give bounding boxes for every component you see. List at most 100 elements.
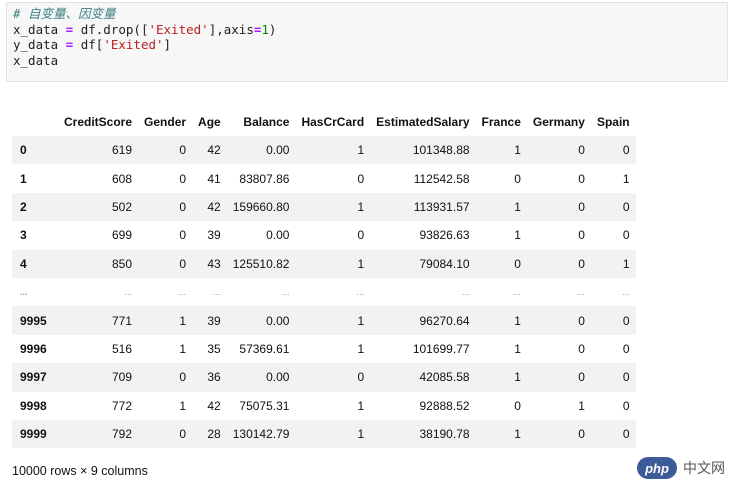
table-cell: 42 <box>207 398 221 413</box>
table-cell: 113931.57 <box>413 199 470 214</box>
table-cell: 75075.31 <box>239 398 290 413</box>
table-cell: 0 <box>622 199 630 214</box>
table-cell: 0 <box>514 398 521 413</box>
table-cell: 0 <box>622 370 630 385</box>
table-cell: ... <box>622 287 630 298</box>
table-cell: 0 <box>578 228 585 243</box>
table-cell: 709 <box>112 370 133 385</box>
table-cell: ... <box>178 287 187 298</box>
table-cell: 1 <box>514 427 521 442</box>
code-comment-line: # 自变量、因变量 <box>13 6 727 22</box>
table-cell: 159660.80 <box>232 199 290 214</box>
table-cell: 0 <box>622 341 630 356</box>
table-cell: 0 <box>514 256 521 271</box>
table-row: 9996 516 1 35 57369.61 1 101699.77 1 0 0 <box>12 334 636 364</box>
table-cell: 1 <box>514 370 521 385</box>
table-cell: 0 <box>622 313 630 328</box>
row-index: 9998 <box>20 398 47 413</box>
code-token: y_data <box>13 37 59 52</box>
table-cell: 36 <box>207 370 221 385</box>
table-cell: 43 <box>207 256 221 271</box>
table-cell: 0 <box>179 228 187 243</box>
table-cell: 608 <box>112 171 133 186</box>
table-cell: 93826.63 <box>419 228 470 243</box>
table-cell: 0 <box>578 341 585 356</box>
row-index: 9996 <box>20 341 47 356</box>
table-row: 3 699 0 39 0.00 0 93826.63 1 0 0 <box>12 221 636 250</box>
table-body: 0 619 0 42 0.00 1 101348.88 1 0 0 1 608 0 41 83807.86 0… <box>12 136 636 449</box>
table-header: CreditScore Gender Age Balance HasCrCard Esti… <box>12 108 636 136</box>
column-header: Germany <box>532 115 585 129</box>
table-row: 2 502 0 42 159660.80 1 113931.57 1 0 0 <box>12 192 636 222</box>
table-row: 1 608 0 41 83807.86 0 112542.58 0 0 1 <box>12 164 636 193</box>
table-cell: 1 <box>357 341 365 356</box>
dataframe-shape-caption: 10000 rows × 9 columns <box>12 464 148 478</box>
table-cell: 79084.10 <box>419 256 470 271</box>
table-cell: ... <box>124 287 133 298</box>
table-cell: 1 <box>514 341 521 356</box>
header-row: CreditScore Gender Age Balance HasCrCard Esti… <box>12 108 636 136</box>
table-row: 9995 771 1 39 0.00 1 96270.64 1 0 0 <box>12 306 636 335</box>
table-cell: 0 <box>357 370 365 385</box>
table-cell: 96270.64 <box>419 313 470 328</box>
code-token: df[ <box>80 37 104 52</box>
table-cell: 0.00 <box>266 370 290 385</box>
table-cell: 130142.79 <box>232 427 290 442</box>
code-token: 'Exited' <box>103 37 164 52</box>
table-cell: 0 <box>179 370 187 385</box>
table-cell: 1 <box>179 341 187 356</box>
code-token: x_data <box>13 52 59 68</box>
table-cell: ... <box>577 287 585 298</box>
row-index: 1 <box>20 171 27 186</box>
table-cell: 0 <box>578 143 585 158</box>
table-cell: 1 <box>514 228 521 243</box>
code-line-x-data: x_data = df.drop(['Exited'],axis=1) <box>13 22 727 38</box>
row-index: 2 <box>20 199 27 214</box>
table-cell: 92888.52 <box>419 398 470 413</box>
code-cell[interactable]: # 自变量、因变量 x_data = df.drop(['Exited'],ax… <box>6 2 728 82</box>
php-logo-badge: php <box>637 457 677 479</box>
code-token: x_data <box>13 21 59 37</box>
table-cell: 101348.88 <box>412 143 470 158</box>
ellipsis-row: .............................. <box>12 277 636 307</box>
table-cell: 1 <box>357 313 365 328</box>
code-token: ] <box>163 37 172 52</box>
table-cell: 0.00 <box>266 228 290 243</box>
table-cell: 792 <box>112 427 133 442</box>
table-cell: 38190.78 <box>419 427 470 442</box>
code-line-y-data: y_data = df['Exited'] <box>13 37 727 53</box>
table-cell: 42 <box>207 199 221 214</box>
column-header: Balance <box>243 115 290 129</box>
table-cell: 0 <box>357 171 365 186</box>
cell-output: CreditScore Gender Age Balance HasCrCard Esti… <box>12 108 636 449</box>
table-cell: ... <box>281 287 290 298</box>
table-row: 9997 709 0 36 0.00 0 42085.58 1 0 0 <box>12 363 636 392</box>
table-cell: 0 <box>578 370 585 385</box>
code-token: df.drop([ <box>80 21 149 37</box>
table-cell: ... <box>513 287 521 298</box>
table-cell: 83807.86 <box>239 171 290 186</box>
column-header: EstimatedSalary <box>376 115 470 129</box>
index-header <box>12 108 58 136</box>
table-cell: 1 <box>514 313 521 328</box>
watermark-text: 中文网 <box>683 460 725 476</box>
table-cell: 0 <box>578 313 585 328</box>
row-index: 9999 <box>20 427 47 442</box>
table-cell: 39 <box>207 313 221 328</box>
table-cell: 35 <box>207 341 221 356</box>
table-row: 9998 772 1 42 75075.31 1 92888.52 0 1 0 <box>12 391 636 420</box>
table-cell: 1 <box>357 398 365 413</box>
table-cell: 850 <box>112 256 133 271</box>
table-row: 0 619 0 42 0.00 1 101348.88 1 0 0 <box>12 136 636 165</box>
table-cell: 0 <box>622 228 630 243</box>
table-cell: 772 <box>112 398 133 413</box>
table-cell: 125510.82 <box>232 256 290 271</box>
table-cell: 0 <box>622 427 630 442</box>
table-cell: 0 <box>179 427 187 442</box>
column-header: Spain <box>596 115 630 129</box>
table-cell: ... <box>213 287 221 298</box>
table-cell: 0.00 <box>266 313 290 328</box>
table-cell: 771 <box>112 313 133 328</box>
column-header: France <box>481 115 521 129</box>
site-watermark: php 中文网 <box>637 457 725 479</box>
